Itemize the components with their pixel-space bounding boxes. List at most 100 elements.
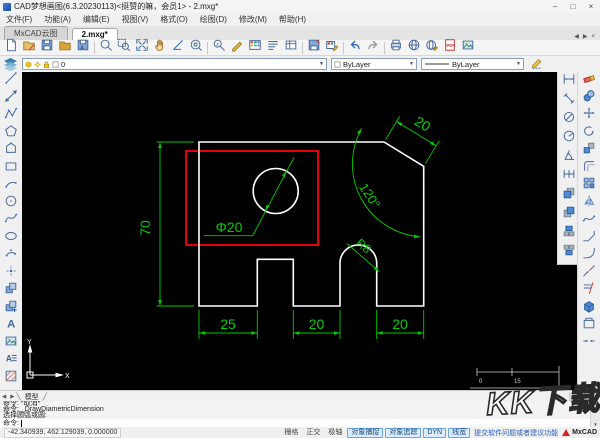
model-nav-prev-icon[interactable]: ◀ <box>0 394 8 400</box>
status-toggle-对象捕捉[interactable]: 对象捕捉 <box>347 427 384 438</box>
pan-button[interactable] <box>151 39 169 55</box>
order-below-button[interactable] <box>559 243 579 262</box>
menu-item-2[interactable]: 编辑(E) <box>77 14 116 25</box>
join-button[interactable] <box>579 335 599 353</box>
menu-item-7[interactable]: 帮助(H) <box>273 14 312 25</box>
status-toggle-栅格[interactable]: 栅格 <box>281 429 301 437</box>
status-toggle-对象追踪[interactable]: 对象追踪 <box>385 427 422 438</box>
dim-aligned-button[interactable] <box>559 91 579 110</box>
open-file-button[interactable] <box>20 40 38 55</box>
spline-button[interactable] <box>1 212 21 230</box>
close-button[interactable]: × <box>582 2 600 11</box>
copy-obj-button[interactable] <box>579 89 599 108</box>
plot-settings-button[interactable] <box>305 39 323 55</box>
redo-button[interactable] <box>364 40 382 55</box>
layer-manager-button[interactable] <box>282 40 300 55</box>
hatch-button[interactable] <box>1 370 21 388</box>
mtext-button[interactable]: A <box>1 352 21 370</box>
pdf-export-button[interactable]: PDF <box>441 39 459 55</box>
polygon-button[interactable] <box>1 125 21 143</box>
break-button[interactable] <box>579 265 599 283</box>
open-folder-button[interactable] <box>56 40 74 55</box>
command-scrollbar[interactable]: ▲ ▼ <box>590 401 600 427</box>
status-toggle-DYN[interactable]: DYN <box>423 427 447 438</box>
fillet-button[interactable] <box>579 247 599 265</box>
feedback-link[interactable]: 提交软件问题或者建议功能 <box>474 428 558 438</box>
menu-item-6[interactable]: 修改(M) <box>233 14 273 25</box>
draw-pencil-button[interactable] <box>228 40 246 55</box>
model-scrollbar[interactable]: ◀ ▶ <box>568 392 596 401</box>
scale-button[interactable] <box>579 142 599 160</box>
chamfer-button[interactable] <box>579 230 599 248</box>
dim-diameter-button[interactable] <box>559 110 579 129</box>
order-back-button[interactable] <box>559 205 579 224</box>
model-scroll-left-icon[interactable]: ◀ <box>569 392 582 401</box>
array-button[interactable] <box>579 177 599 195</box>
xline-button[interactable] <box>1 90 21 108</box>
tab-close-icon[interactable]: × <box>589 34 597 40</box>
color-palette-button[interactable] <box>246 40 264 55</box>
linetype-select[interactable]: ByLayer ▼ <box>421 58 524 70</box>
polyline-button[interactable] <box>1 107 21 125</box>
rotate-button[interactable] <box>579 125 599 143</box>
text-button[interactable]: A <box>1 317 21 335</box>
command-scroll-up-icon[interactable]: ▲ <box>593 401 597 406</box>
move-button[interactable] <box>579 107 599 125</box>
offset-button[interactable] <box>579 160 599 178</box>
shape-button[interactable] <box>1 142 21 160</box>
image-button[interactable] <box>1 335 21 353</box>
erase-button[interactable] <box>579 72 599 90</box>
zoom-extents-button[interactable] <box>133 39 151 55</box>
layers-icon[interactable] <box>3 56 18 73</box>
dim-angular-button[interactable] <box>559 148 579 167</box>
find-button[interactable]: z <box>210 39 228 55</box>
menu-item-4[interactable]: 格式(O) <box>154 14 194 25</box>
status-toggle-正交[interactable]: 正交 <box>303 429 323 437</box>
save-as-button[interactable]: A <box>74 39 92 55</box>
status-toggle-线宽[interactable]: 线宽 <box>448 427 471 438</box>
spline-edit-button[interactable] <box>579 212 599 230</box>
line-angle-button[interactable] <box>169 40 187 55</box>
new-file-button[interactable] <box>2 38 20 55</box>
trim-button[interactable] <box>579 282 599 300</box>
ellipse-button[interactable] <box>1 230 21 248</box>
line-button[interactable] <box>1 72 21 90</box>
zoom-window-button[interactable] <box>115 38 133 55</box>
text-style-button[interactable] <box>264 40 282 55</box>
undo-button[interactable] <box>346 40 364 55</box>
color-dropdown-arrow-icon[interactable]: ▼ <box>409 61 414 67</box>
linetype-dropdown-arrow-icon[interactable]: ▼ <box>516 61 521 67</box>
save-file-button[interactable] <box>38 39 56 55</box>
menu-item-1[interactable]: 功能(A) <box>38 14 77 25</box>
hole-circle[interactable] <box>252 167 299 215</box>
circle-button[interactable] <box>1 195 21 213</box>
menu-item-5[interactable]: 绘图(D) <box>194 14 233 25</box>
tab-scroll-left-icon[interactable]: ◀ <box>572 33 581 40</box>
model-tab[interactable]: 模型 <box>21 392 43 402</box>
arc-cont-button[interactable] <box>1 247 21 265</box>
block-button[interactable] <box>1 282 21 300</box>
rectangle-button[interactable] <box>1 160 21 178</box>
dim-linear-button[interactable] <box>559 72 579 91</box>
color-select[interactable]: ByLayer ▼ <box>331 58 417 70</box>
selection-rectangle[interactable] <box>185 150 319 246</box>
layer-select[interactable]: 0 ▼ <box>22 58 327 70</box>
command-window[interactable]: 命令: *取消* 命令: _DrawDiametricDimension 选择圆弧或… <box>0 401 600 428</box>
insert-block-button[interactable] <box>1 300 21 318</box>
command-prompt-line[interactable]: 命令: <box>0 419 591 427</box>
dim-radius-button[interactable] <box>559 129 579 148</box>
menu-item-3[interactable]: 视图(V) <box>116 14 155 25</box>
layer-dropdown-arrow-icon[interactable]: ▼ <box>319 61 324 67</box>
box-3d-button[interactable] <box>579 300 599 318</box>
menu-item-0[interactable]: 文件(F) <box>0 14 38 25</box>
minimize-button[interactable]: – <box>546 2 564 11</box>
maximize-button[interactable]: □ <box>564 2 582 11</box>
image-export-button[interactable] <box>459 40 477 55</box>
arc-button[interactable] <box>1 177 21 195</box>
model-scroll-right-icon[interactable]: ▶ <box>583 392 596 401</box>
order-above-button[interactable] <box>559 224 579 243</box>
status-toggle-极轴[interactable]: 极轴 <box>325 429 345 437</box>
order-front-button[interactable] <box>559 186 579 205</box>
zoom-realtime-button[interactable] <box>187 39 205 55</box>
tab-scroll-right-icon[interactable]: ▶ <box>581 33 590 40</box>
